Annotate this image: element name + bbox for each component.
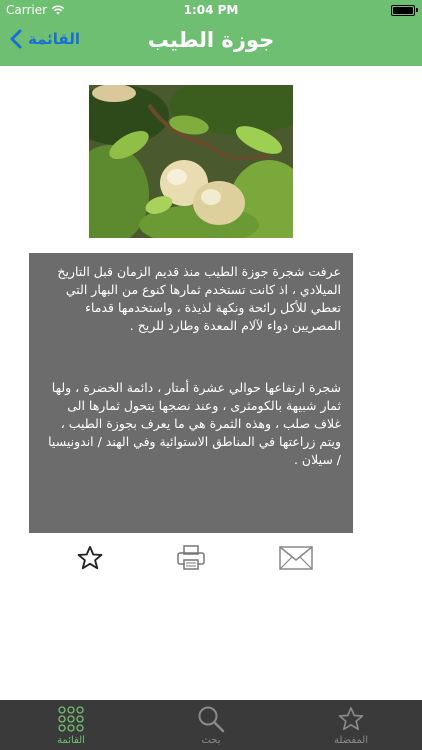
header: Carrier 1:04 PM القائمة جوزة الطيب (0, 0, 422, 66)
search-icon (198, 706, 225, 733)
tab-list-label: القائمة (57, 735, 85, 746)
tab-bar: القائمة بحث المفضلة (0, 700, 422, 750)
battery-icon (391, 5, 418, 16)
page-title: جوزة الطيب (147, 28, 275, 52)
star-icon (338, 707, 364, 731)
tab-search-label: بحث (201, 735, 221, 746)
favorite-button[interactable] (70, 540, 110, 576)
tab-favorites[interactable]: المفضلة (301, 700, 401, 750)
navigation-bar: القائمة جوزة الطيب (0, 20, 422, 66)
mail-button[interactable] (276, 540, 316, 576)
nutmeg-photo (89, 85, 293, 238)
tab-search[interactable]: بحث (161, 700, 261, 750)
tab-list[interactable]: القائمة (21, 700, 121, 750)
status-bar: Carrier 1:04 PM (0, 0, 422, 20)
printer-icon (177, 545, 205, 570)
grid-icon (58, 706, 84, 732)
print-button[interactable] (171, 540, 211, 576)
description-paragraph-2: شجرة ارتفاعها حوالي عشرة أمتار ، دائمة ا… (44, 380, 341, 467)
star-icon (77, 545, 103, 570)
status-time: 1:04 PM (183, 3, 239, 17)
action-bar (0, 540, 422, 580)
description-panel: عرفت شجرة جوزة الطيب منذ قديم الزمان قبل… (29, 253, 353, 533)
description-paragraph-1: عرفت شجرة جوزة الطيب منذ قديم الزمان قبل… (53, 264, 341, 333)
tab-favorites-label: المفضلة (333, 735, 368, 746)
envelope-icon (279, 546, 313, 570)
